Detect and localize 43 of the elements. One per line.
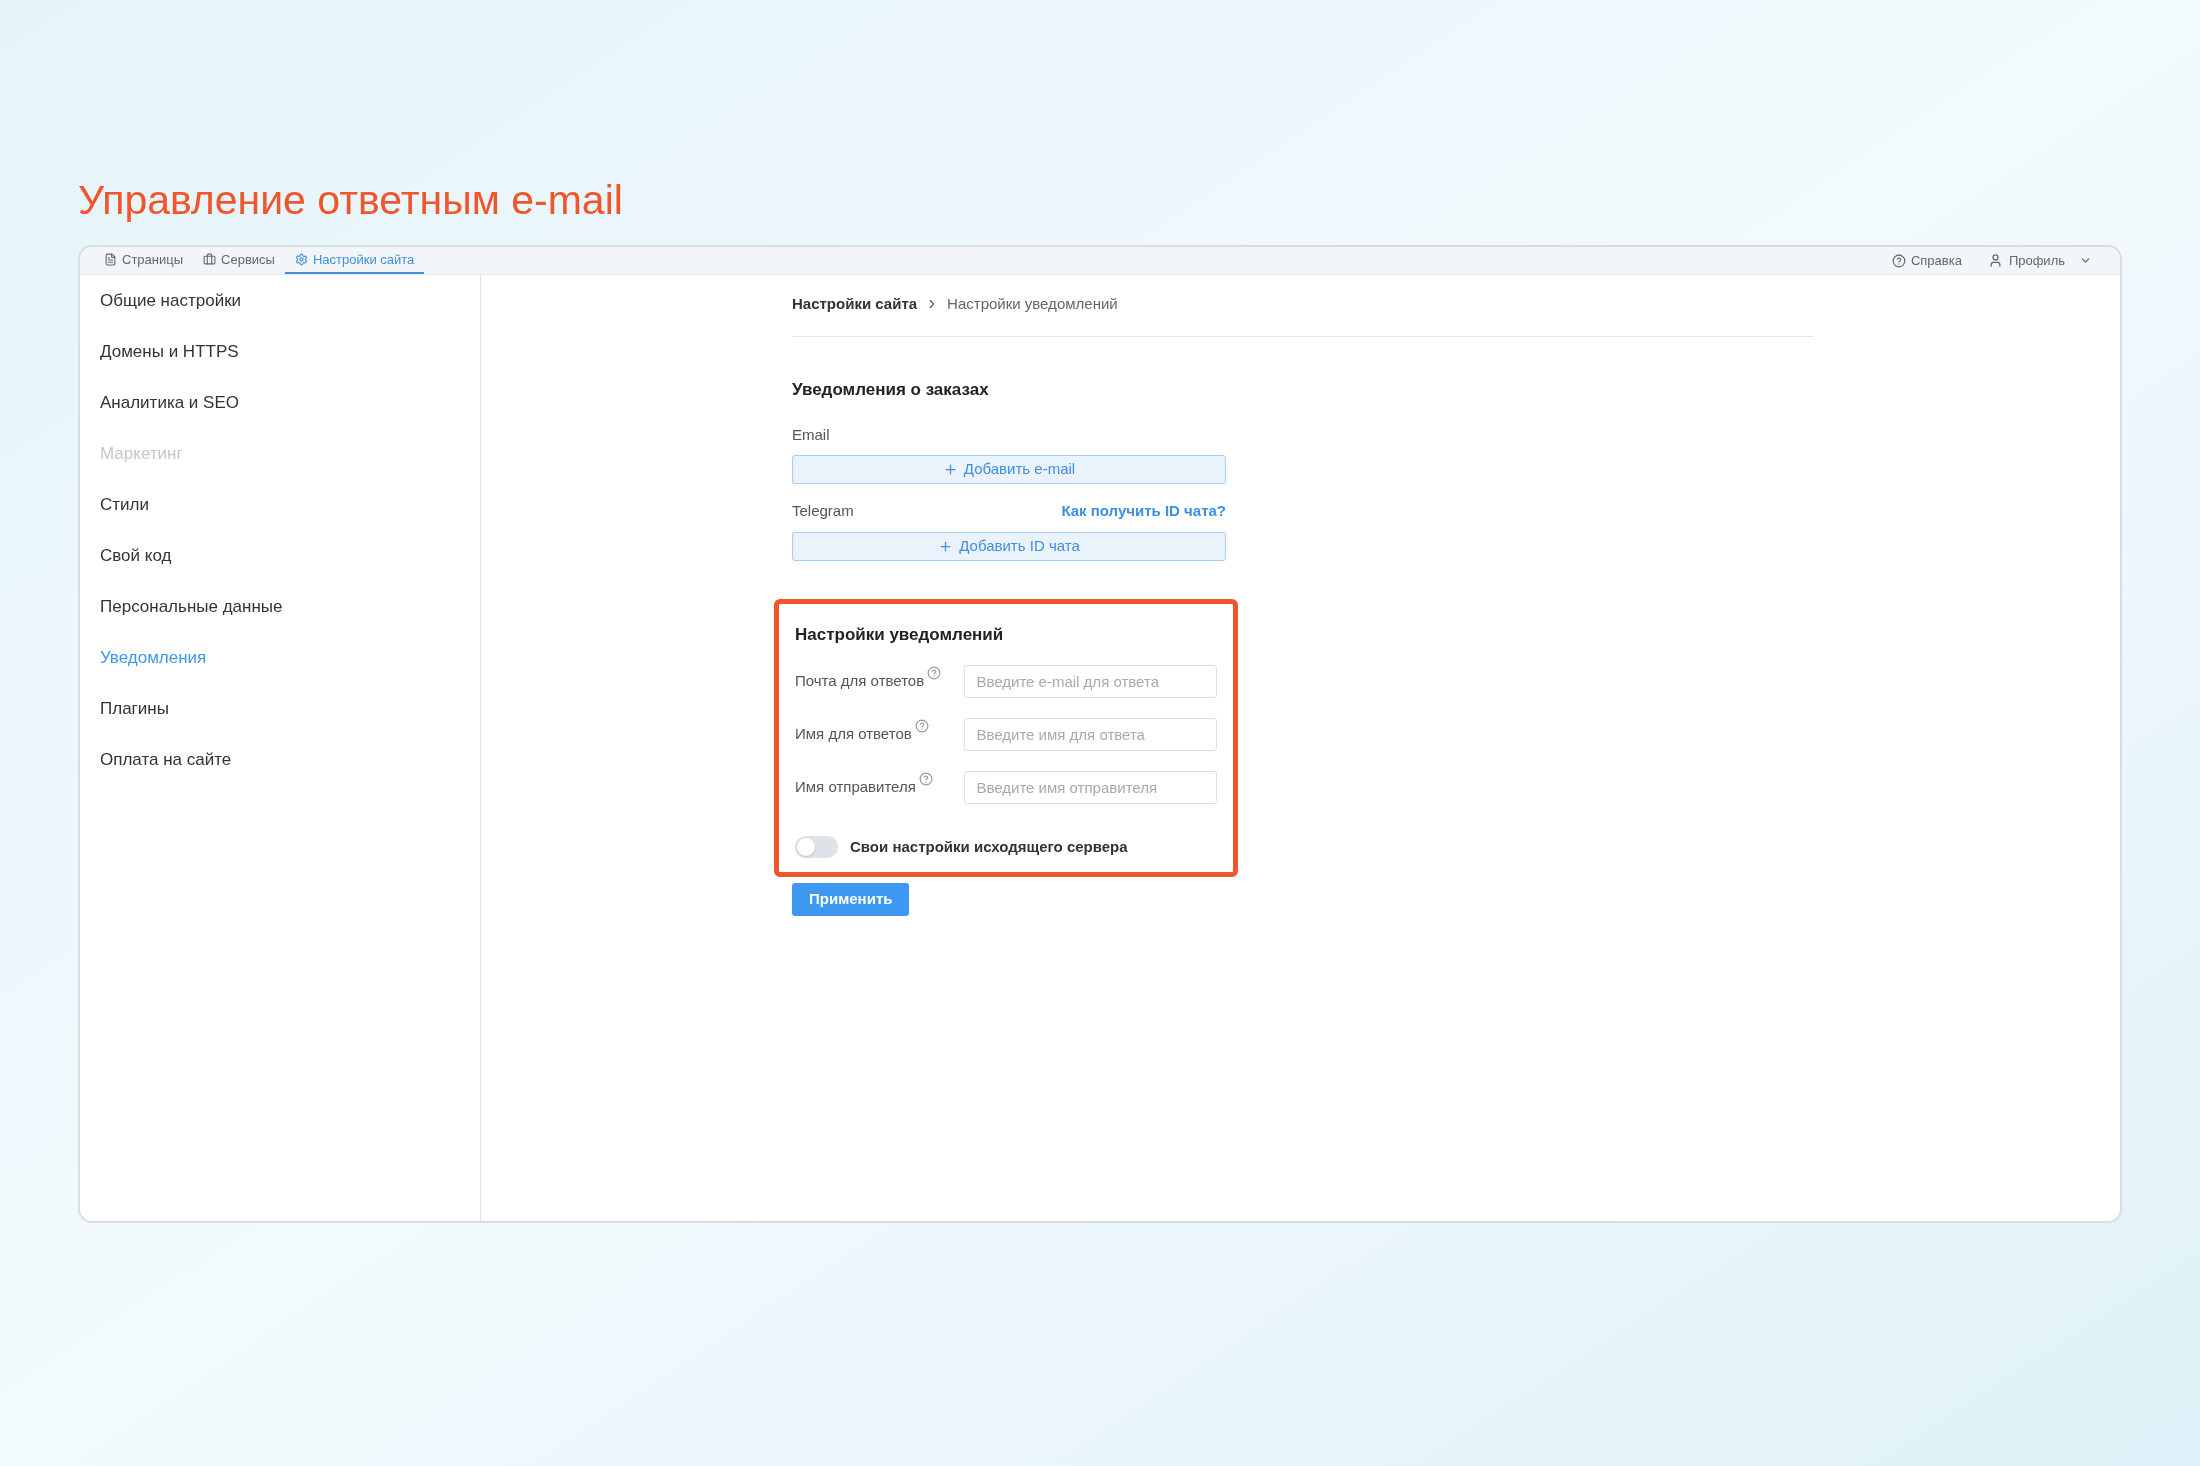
apply-button[interactable]: Применить	[792, 883, 910, 916]
sidebar-item[interactable]: Плагины	[100, 683, 169, 734]
nav-tab[interactable]: Сервисы	[193, 247, 285, 274]
toggle-label: Свои настройки исходящего сервера	[850, 836, 1128, 857]
plus-icon	[938, 539, 954, 554]
input-field[interactable]: Введите e-mail для ответа	[964, 664, 1217, 698]
sidebar-item[interactable]: Свой код	[100, 530, 172, 581]
help-link[interactable]: Как получить ID чата?	[1061, 499, 1226, 522]
field-label: Почта для ответов	[795, 670, 925, 691]
sidebar-item[interactable]: Аналитика и SEO	[100, 377, 239, 428]
nav-tab[interactable]: Настройки сайта	[284, 247, 425, 274]
breadcrumb-current: Настройки уведомлений	[947, 294, 1118, 314]
help-icon	[918, 771, 933, 786]
sidebar-item[interactable]: Домены и HTTPS	[100, 326, 239, 377]
add-chat-button[interactable]: Добавить ID чата	[792, 532, 1226, 561]
field-label: Имя для ответов	[795, 723, 912, 744]
input-field[interactable]: Введите имя для ответа	[964, 717, 1217, 751]
profile-menu[interactable]: Профиль	[1973, 247, 2106, 274]
document-icon	[104, 253, 117, 266]
input-field[interactable]: Введите имя отправителя	[964, 770, 1217, 804]
field-label: Email	[792, 425, 831, 445]
toggle-switch[interactable]	[795, 835, 838, 858]
help-icon	[914, 718, 929, 733]
user-icon	[1987, 253, 2003, 268]
sidebar-item[interactable]: Оплата на сайте	[100, 734, 232, 785]
settings-icon	[294, 253, 308, 266]
sidebar-item[interactable]: Общие настройки	[100, 275, 242, 326]
page-title: Управление ответным e-mail	[78, 180, 624, 221]
section-title: Уведомления о заказах	[792, 378, 990, 401]
briefcase-icon	[203, 253, 217, 266]
nav-tab[interactable]: Страницы	[94, 247, 194, 274]
add-email-button[interactable]: Добавить e-mail	[792, 454, 1226, 484]
plus-icon	[942, 461, 958, 477]
field-label: Telegram	[792, 500, 854, 521]
sidebar-item[interactable]: Стили	[100, 479, 149, 530]
section-title: Настройки уведомлений	[795, 624, 1005, 646]
help-icon	[927, 665, 942, 680]
breadcrumb-link[interactable]: Настройки сайта	[792, 293, 918, 316]
sidebar-item[interactable]: Уведомления	[100, 632, 207, 683]
field-label: Имя отправителя	[795, 776, 916, 797]
sidebar-item[interactable]: Персональные данные	[100, 581, 283, 632]
help-icon	[1891, 253, 1906, 268]
help-link[interactable]: Справка	[1879, 247, 1974, 274]
